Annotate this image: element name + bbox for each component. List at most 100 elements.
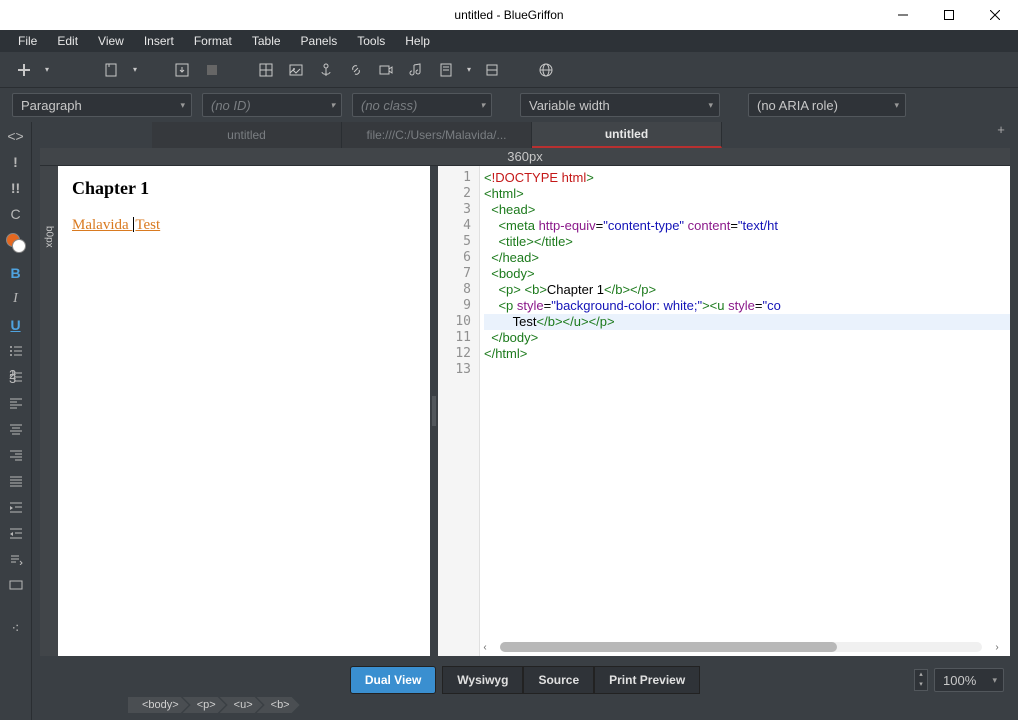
chevron-down-icon: ▾	[180, 100, 185, 111]
open-dropdown-icon[interactable]: ▾	[130, 58, 140, 82]
code-line[interactable]: <!DOCTYPE html>	[484, 170, 1010, 186]
video-button[interactable]	[374, 58, 398, 82]
add-tab-button[interactable]: +	[988, 122, 1014, 137]
code-line[interactable]: </body>	[484, 330, 1010, 346]
hr-button[interactable]	[480, 58, 504, 82]
underline-button[interactable]: U	[5, 315, 27, 334]
scroll-right-icon[interactable]: ›	[992, 642, 1002, 653]
direction-icon[interactable]	[5, 549, 27, 568]
browser-button[interactable]	[534, 58, 558, 82]
menu-insert[interactable]: Insert	[134, 31, 184, 51]
code-line[interactable]: Test</b></u></p>	[484, 314, 1010, 330]
list-ol-icon[interactable]: 123	[5, 367, 27, 386]
menu-table[interactable]: Table	[242, 31, 291, 51]
scroll-left-icon[interactable]: ‹	[480, 642, 490, 653]
code-line[interactable]: <title></title>	[484, 234, 1010, 250]
new-button[interactable]	[12, 58, 36, 82]
horizontal-scrollbar[interactable]: ‹ ›	[480, 641, 1002, 653]
code-line[interactable]: </html>	[484, 346, 1010, 362]
view-mode-button[interactable]: Dual View	[350, 666, 436, 694]
spin-down-icon: ▾	[915, 680, 927, 690]
id-dropdown[interactable]: (no ID)▾	[202, 93, 342, 117]
minimize-button[interactable]	[880, 0, 926, 30]
wysiwyg-link-text[interactable]: Test	[135, 217, 160, 233]
editor-tab[interactable]: untitled	[152, 122, 342, 148]
menu-file[interactable]: File	[8, 31, 47, 51]
vertical-ruler[interactable]: b0px	[40, 166, 58, 656]
code-line[interactable]: <body>	[484, 266, 1010, 282]
zoom-spinner[interactable]: ▴▾	[914, 669, 928, 691]
italic-button[interactable]: I	[5, 289, 27, 308]
menu-tools[interactable]: Tools	[347, 31, 395, 51]
image-button[interactable]	[284, 58, 308, 82]
stop-button[interactable]	[200, 58, 224, 82]
outdent-icon[interactable]	[5, 523, 27, 542]
align-center-icon[interactable]	[5, 419, 27, 438]
menubar: FileEditViewInsertFormatTablePanelsTools…	[0, 30, 1018, 52]
wysiwyg-link-text[interactable]: Malavida	[72, 217, 132, 233]
excl2-icon[interactable]: !!	[5, 178, 27, 197]
view-mode-button[interactable]: Source	[523, 666, 594, 694]
audio-button[interactable]	[404, 58, 428, 82]
link-button[interactable]	[344, 58, 368, 82]
font-dropdown[interactable]: Variable width▾	[520, 93, 720, 117]
wysiwyg-heading[interactable]: Chapter 1	[72, 178, 416, 199]
svg-text:3: 3	[9, 371, 16, 384]
code-line[interactable]: <meta http-equiv="content-type" content=…	[484, 218, 1010, 234]
chevron-down-icon: ▾	[480, 100, 485, 111]
close-button[interactable]	[972, 0, 1018, 30]
bold-button[interactable]: B	[5, 263, 27, 282]
format-dropbar: Paragraph▾ (no ID)▾ (no class)▾ Variable…	[0, 88, 1018, 122]
class-dropdown[interactable]: (no class)▾	[352, 93, 492, 117]
align-justify-icon[interactable]	[5, 471, 27, 490]
anchor-button[interactable]	[314, 58, 338, 82]
color-picker[interactable]	[6, 233, 26, 253]
new-dropdown-icon[interactable]: ▾	[42, 58, 52, 82]
form-button[interactable]	[434, 58, 458, 82]
pane-splitter[interactable]	[430, 166, 438, 656]
menu-edit[interactable]: Edit	[47, 31, 88, 51]
element-dropdown[interactable]: Paragraph▾	[12, 93, 192, 117]
code-line[interactable]: <p> <b>Chapter 1</b></p>	[484, 282, 1010, 298]
editor-tab[interactable]: file:///C:/Users/Malavida/...	[342, 122, 532, 148]
aria-dropdown[interactable]: (no ARIA role)▾	[748, 93, 906, 117]
maximize-button[interactable]	[926, 0, 972, 30]
view-mode-button[interactable]: Wysiwyg	[442, 666, 523, 694]
misc2-icon[interactable]: ⁖	[5, 619, 27, 638]
indent-icon[interactable]	[5, 497, 27, 516]
open-button[interactable]	[100, 58, 124, 82]
cap-button[interactable]: C	[5, 204, 27, 223]
align-right-icon[interactable]	[5, 445, 27, 464]
code-line[interactable]: <html>	[484, 186, 1010, 202]
table-button[interactable]	[254, 58, 278, 82]
breadcrumb-item[interactable]: <p>	[183, 697, 226, 713]
menu-help[interactable]: Help	[395, 31, 440, 51]
form-dropdown-icon[interactable]: ▾	[464, 58, 474, 82]
zoom-dropdown[interactable]: 100%▾	[934, 668, 1004, 692]
scroll-thumb[interactable]	[500, 642, 837, 652]
save-button[interactable]	[170, 58, 194, 82]
code-line[interactable]: </head>	[484, 250, 1010, 266]
code-line[interactable]: <p style="background-color: white;"><u s…	[484, 298, 1010, 314]
chevron-down-icon: ▾	[708, 100, 713, 111]
misc1-icon[interactable]	[5, 575, 27, 594]
list-ul-icon[interactable]	[5, 341, 27, 360]
source-code[interactable]: <!DOCTYPE html><html> <head> <meta http-…	[480, 166, 1010, 656]
toggle-tags-icon[interactable]: <>	[5, 126, 27, 145]
align-left-icon[interactable]	[5, 393, 27, 412]
horizontal-ruler[interactable]: 360px	[40, 148, 1010, 166]
code-line[interactable]: <head>	[484, 202, 1010, 218]
chevron-down-icon: ▾	[992, 675, 997, 686]
editor-tab[interactable]: untitled	[532, 122, 722, 148]
breadcrumb-item[interactable]: <body>	[128, 697, 189, 713]
excl1-icon[interactable]: !	[5, 152, 27, 171]
menu-format[interactable]: Format	[184, 31, 242, 51]
code-line[interactable]	[484, 362, 1010, 378]
menu-panels[interactable]: Panels	[291, 31, 348, 51]
menu-view[interactable]: View	[88, 31, 134, 51]
wysiwyg-pane[interactable]: Chapter 1 Malavida Test	[58, 166, 430, 656]
source-pane[interactable]: 12345678910111213 <!DOCTYPE html><html> …	[438, 166, 1010, 656]
breadcrumb-item[interactable]: <u>	[220, 697, 263, 713]
view-mode-button[interactable]: Print Preview	[594, 666, 700, 694]
breadcrumb-item[interactable]: <b>	[257, 697, 300, 713]
